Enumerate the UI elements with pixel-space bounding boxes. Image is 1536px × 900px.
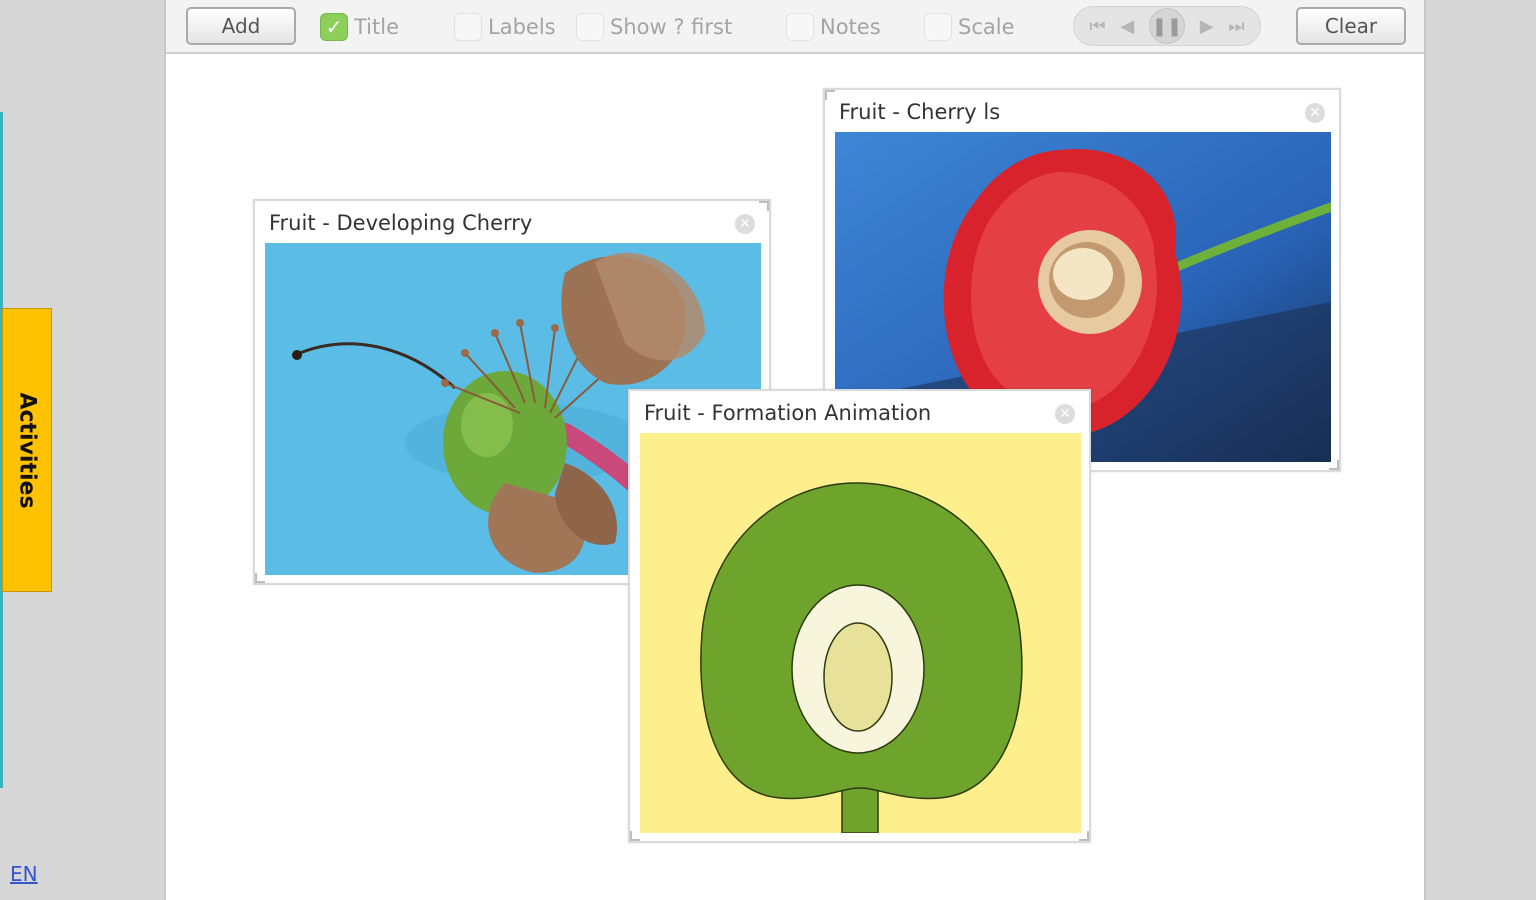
pause-icon[interactable]: ❚❚ — [1149, 8, 1185, 44]
panel-formation-animation[interactable]: Fruit - Formation Animation ✕ — [628, 389, 1091, 843]
activities-tab-label: Activities — [14, 391, 40, 509]
toolbar: Add ✓ Title Labels Show ? first Notes Sc… — [166, 0, 1424, 54]
checkbox-box — [924, 13, 952, 41]
title-checkbox-label: Title — [354, 15, 400, 39]
close-icon[interactable]: ✕ — [735, 214, 755, 234]
notes-checkbox-label: Notes — [820, 15, 881, 39]
close-icon[interactable]: ✕ — [1055, 404, 1075, 424]
clear-button[interactable]: Clear — [1296, 7, 1406, 45]
labels-checkbox-label: Labels — [488, 15, 556, 39]
resize-handle[interactable] — [1329, 460, 1339, 470]
close-icon[interactable]: ✕ — [1305, 103, 1325, 123]
show-first-checkbox-label: Show ? first — [610, 15, 733, 39]
add-button[interactable]: Add — [186, 7, 296, 45]
notes-checkbox[interactable]: Notes — [786, 10, 881, 44]
skip-last-icon[interactable]: ⏭ — [1228, 16, 1244, 37]
title-checkbox[interactable]: ✓ Title — [320, 10, 399, 44]
activities-tab[interactable]: Activities — [2, 308, 52, 592]
playback-controls: ⏮ ◀ ❚❚ ▶ ⏭ — [1073, 6, 1261, 46]
language-link[interactable]: EN — [10, 862, 38, 886]
show-first-checkbox[interactable]: Show ? first — [576, 10, 732, 44]
checkbox-box — [786, 13, 814, 41]
step-back-icon[interactable]: ◀ — [1120, 16, 1134, 37]
scale-checkbox-label: Scale — [958, 15, 1015, 39]
resize-handle[interactable] — [825, 90, 835, 100]
resize-handle[interactable] — [1079, 831, 1089, 841]
resize-handle[interactable] — [255, 573, 265, 583]
resize-handle[interactable] — [759, 201, 769, 211]
panel-title: Fruit - Developing Cherry — [269, 211, 533, 235]
checkbox-box — [576, 13, 604, 41]
skip-first-icon[interactable]: ⏮ — [1089, 16, 1105, 37]
panel-title: Fruit - Cherry ls — [839, 100, 1001, 124]
labels-checkbox[interactable]: Labels — [454, 10, 556, 44]
resize-handle[interactable] — [630, 831, 640, 841]
panel-title: Fruit - Formation Animation — [644, 401, 932, 425]
check-icon: ✓ — [320, 13, 348, 41]
step-forward-icon[interactable]: ▶ — [1200, 16, 1214, 37]
scale-checkbox[interactable]: Scale — [924, 10, 1015, 44]
checkbox-box — [454, 13, 482, 41]
formation-animation-image — [640, 433, 1081, 833]
